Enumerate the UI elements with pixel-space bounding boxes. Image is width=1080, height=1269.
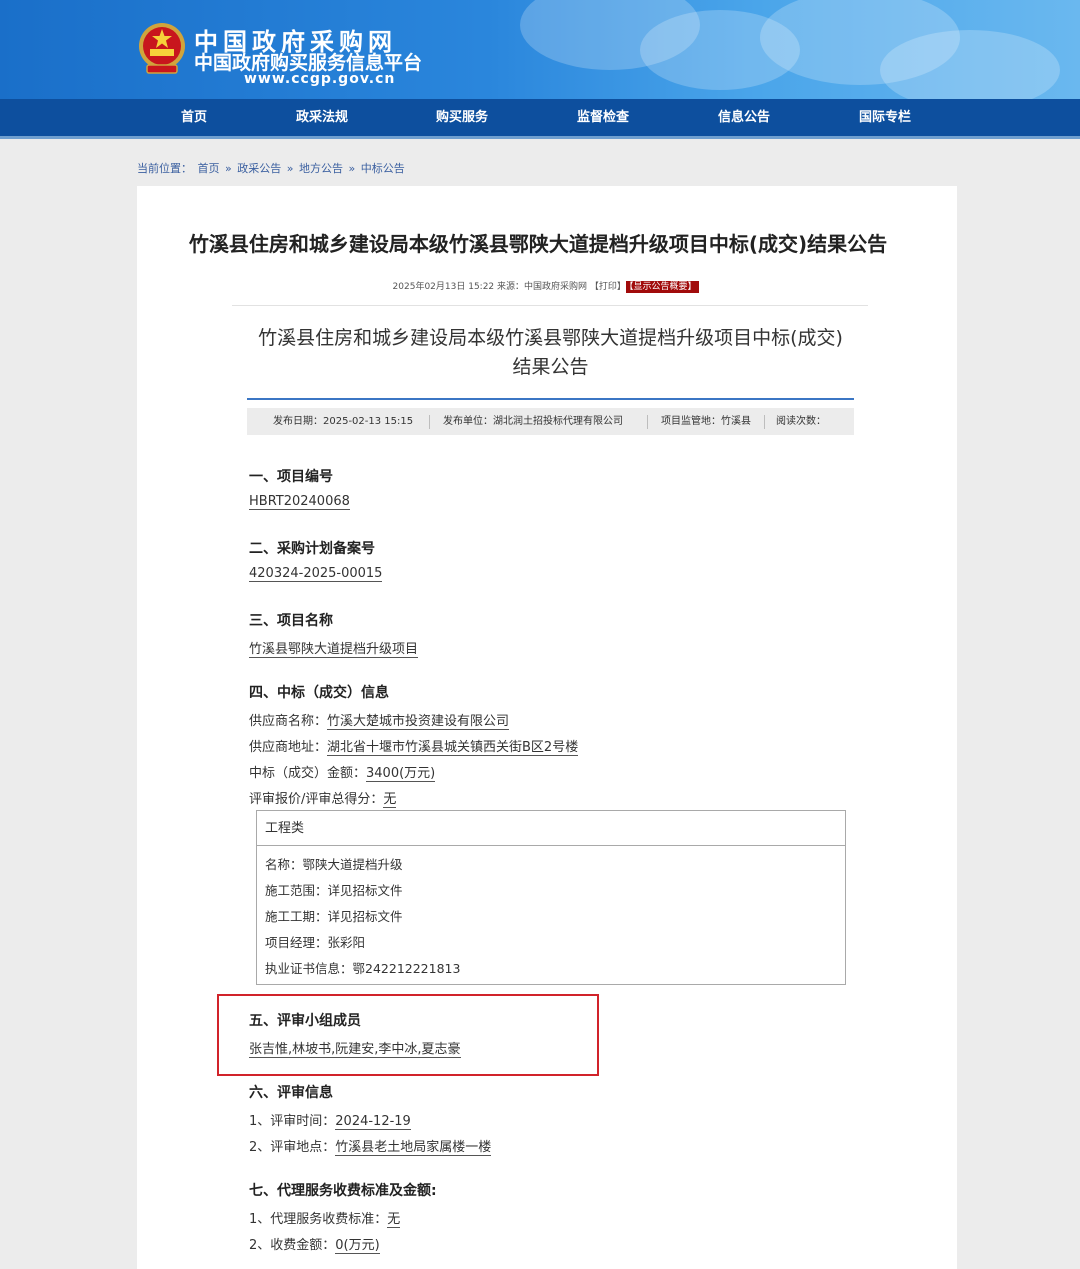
- document-info-bar: 发布日期：2025-02-13 15:15 发布单位：湖北润土招投标代理有限公司…: [247, 408, 854, 435]
- publish-date: 发布日期：2025-02-13 15:15: [273, 416, 414, 427]
- license-info: 执业证书信息：鄂242212221813: [265, 961, 461, 976]
- highlight-box: [217, 994, 599, 1076]
- breadcrumb-separator: »: [225, 162, 232, 175]
- site-url: www.ccgp.gov.cn: [244, 71, 396, 87]
- award-amount: 中标（成交）金额：3400(万元): [249, 766, 436, 782]
- construction-period: 施工工期：详见招标文件: [265, 909, 403, 924]
- construction-scope: 施工范围：详见招标文件: [265, 883, 403, 898]
- project-manager: 项目经理：张彩阳: [265, 935, 366, 950]
- breadcrumb-separator: »: [348, 162, 356, 175]
- supervision-region: 项目监管地：竹溪县: [661, 416, 751, 427]
- project-name: 竹溪县鄂陕大道提档升级项目: [249, 642, 419, 658]
- breadcrumb-local-notices[interactable]: 地方公告: [299, 162, 343, 175]
- divider: [232, 305, 868, 306]
- show-summary-button[interactable]: 【显示公告概要】: [625, 281, 700, 293]
- review-score: 评审报价/评审总得分：无: [249, 792, 397, 808]
- review-place: 2、评审地点：竹溪县老土地局家属楼一楼: [249, 1140, 492, 1156]
- nav-item-international[interactable]: 国际专栏: [825, 99, 945, 137]
- divider: [429, 415, 430, 429]
- nav-item-supervision[interactable]: 监督检查: [543, 99, 663, 137]
- nav-item-announcements[interactable]: 信息公告: [684, 99, 804, 137]
- breadcrumb-procurement-notices[interactable]: 政采公告: [237, 162, 281, 175]
- nav-item-home[interactable]: 首页: [134, 99, 254, 137]
- title-rule: [247, 398, 854, 400]
- page-title: 竹溪县住房和城乡建设局本级竹溪县鄂陕大道提档升级项目中标(成交)结果公告: [188, 232, 888, 256]
- section-heading: 二、采购计划备案号: [249, 541, 375, 557]
- agency-fee-standard: 1、代理服务收费标准：无: [249, 1212, 401, 1228]
- nav-item-purchase-services[interactable]: 购买服务: [402, 99, 522, 137]
- fee-amount: 2、收费金额：0(万元): [249, 1238, 380, 1254]
- breadcrumb: 当前位置： 首页 » 政采公告 » 地方公告 » 中标公告: [137, 160, 407, 176]
- plan-record-number: 420324-2025-00015: [249, 566, 383, 582]
- publishing-unit: 发布单位：湖北润土招投标代理有限公司: [443, 416, 623, 427]
- breadcrumb-home[interactable]: 首页: [198, 162, 220, 175]
- publish-datetime: 2025年02月13日 15:22: [392, 282, 495, 292]
- print-link[interactable]: 【打印】: [590, 282, 626, 292]
- engineering-table: 工程类 名称：鄂陕大道提档升级 施工范围：详见招标文件 施工工期：详见招标文件 …: [256, 810, 846, 985]
- document-title-line-2: 结果公告: [512, 356, 589, 378]
- engineering-table-header: 工程类: [257, 811, 845, 846]
- nav-item-regulations[interactable]: 政采法规: [262, 99, 382, 137]
- main-nav: 首页 政采法规 购买服务 监督检查 信息公告 国际专栏: [0, 99, 1080, 139]
- document-title-line-1: 竹溪县住房和城乡建设局本级竹溪县鄂陕大道提档升级项目中标(成交): [258, 327, 843, 349]
- breadcrumb-prefix: 当前位置：: [137, 162, 192, 175]
- section-heading: 三、项目名称: [249, 613, 333, 629]
- supplier-name: 供应商名称：竹溪大楚城市投资建设有限公司: [249, 714, 510, 730]
- document-title: 竹溪县住房和城乡建设局本级竹溪县鄂陕大道提档升级项目中标(成交) 结果公告: [247, 324, 854, 382]
- site-banner: 中国政府采购网 中国政府购买服务信息平台 www.ccgp.gov.cn: [0, 0, 1080, 99]
- article-meta: 2025年02月13日 15:22 来源：中国政府采购网 【打印】 【显示公告概要…: [0, 279, 1080, 293]
- project-number: HBRT20240068: [249, 494, 350, 510]
- section-heading: 五、评审小组成员: [249, 1013, 361, 1029]
- breadcrumb-separator: »: [286, 162, 294, 175]
- national-emblem-icon: [139, 23, 185, 74]
- section-heading: 一、项目编号: [249, 469, 333, 485]
- section-heading: 六、评审信息: [249, 1085, 333, 1101]
- source-label: 来源：中国政府采购网: [497, 282, 588, 292]
- review-panel-members: 张吉惟,林坡书,阮建安,李中冰,夏志豪: [249, 1042, 461, 1058]
- read-count: 阅读次数：: [776, 416, 826, 427]
- section-heading: 七、代理服务收费标准及金额:: [249, 1183, 437, 1199]
- divider: [764, 415, 765, 429]
- divider: [647, 415, 648, 429]
- supplier-address: 供应商地址：湖北省十堰市竹溪县城关镇西关街B区2号楼: [249, 740, 579, 756]
- engineering-name: 名称：鄂陕大道提档升级: [265, 857, 403, 872]
- review-time: 1、评审时间：2024-12-19: [249, 1114, 411, 1130]
- breadcrumb-award-notices[interactable]: 中标公告: [361, 162, 405, 175]
- section-heading: 四、中标（成交）信息: [249, 685, 389, 701]
